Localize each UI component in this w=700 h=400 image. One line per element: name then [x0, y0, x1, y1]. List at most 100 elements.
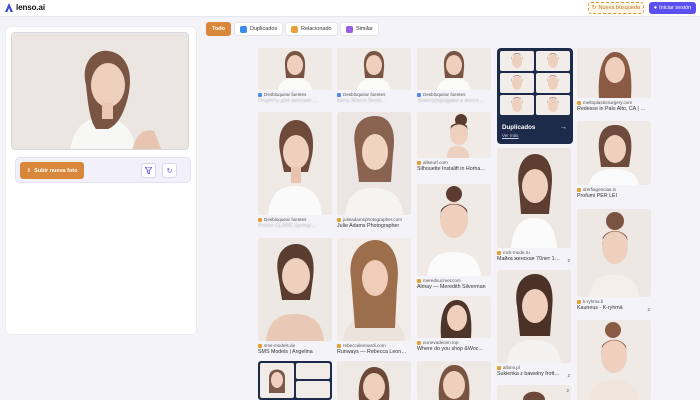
top-bar: lenso.ai ↻ Nueva búsqueda ● Iniciar sesi…: [0, 0, 700, 17]
source-text: julieadamsphotographer.com: [343, 217, 402, 222]
upload-icon: ⇪: [26, 167, 32, 174]
source-text: sms-models.de: [264, 343, 296, 348]
result-source[interactable]: eunevadeonn.top: [417, 339, 491, 346]
result-thumbnail[interactable]: [417, 296, 491, 338]
result-source[interactable]: meredsucreeccom: [417, 277, 491, 284]
duplicates-title: Duplicados: [502, 124, 536, 131]
source-text: meredsucreeccom: [423, 278, 461, 283]
result-card[interactable]: rebeccaleonardi.com Runways — Rebecca Le…: [337, 238, 411, 356]
result-source[interactable]: Desbloquear fuentes: [417, 91, 491, 98]
result-thumbnail[interactable]: [337, 238, 411, 341]
result-card[interactable]: allomi.pl Sukienka z bawełny frotte... 2: [497, 270, 571, 378]
result-thumbnail[interactable]: [417, 361, 491, 400]
result-thumbnail[interactable]: [417, 48, 491, 90]
source-text: rebeccaleonardi.com: [343, 343, 386, 348]
result-card[interactable]: allseurf.com Silhouette Instalift in Hor…: [417, 112, 491, 173]
result-thumbnail[interactable]: [417, 112, 491, 158]
result-thumbnail[interactable]: [258, 48, 332, 90]
filter-button[interactable]: [141, 163, 156, 178]
result-card-duplicates[interactable]: [258, 361, 332, 400]
result-source[interactable]: mck-mode.ru: [497, 249, 571, 256]
upload-new-photo-button[interactable]: ⇪ Subir nueva foto: [20, 162, 84, 179]
result-source[interactable]: rebeccaleonardi.com: [337, 342, 411, 349]
result-card[interactable]: [337, 361, 411, 400]
result-thumbnail[interactable]: [497, 385, 571, 400]
result-thumbnail[interactable]: [258, 238, 332, 341]
result-caption: Бела Женск Sessi...: [337, 98, 386, 104]
result-source[interactable]: Desbloquear fuentes: [337, 91, 411, 98]
result-card[interactable]: k-ryhma.fi Kauneus - K-ryhmä 2: [577, 209, 651, 312]
result-thumbnail[interactable]: [258, 361, 332, 400]
result-caption: Profumi PER LEI: [577, 193, 618, 199]
result-thumbnail[interactable]: [577, 209, 651, 297]
reload-button[interactable]: ↻: [162, 163, 177, 178]
result-thumbnail[interactable]: [337, 48, 411, 90]
result-card[interactable]: [577, 320, 651, 400]
result-card[interactable]: Desbloquear fuentes Promo CLARE Spreqp..…: [258, 112, 332, 230]
see-more-link[interactable]: Ver más: [502, 133, 519, 138]
result-card[interactable]: meltoplasticsurgery.com Redesse in Palo …: [577, 48, 651, 113]
result-card[interactable]: Desbloquear fuentes Рецепты для женских …: [258, 48, 332, 105]
tab-duplicates[interactable]: Duplicados: [234, 22, 284, 36]
tab-related[interactable]: Relacionado: [285, 22, 338, 36]
result-caption: Julie Adams Photographer: [337, 223, 400, 229]
login-button[interactable]: ● Iniciar sesión: [649, 2, 696, 14]
source-text: Desbloquear fuentes: [343, 92, 386, 97]
duplicate-thumbnail: [536, 95, 570, 115]
match-count: 2: [567, 258, 570, 263]
match-count: 2: [647, 307, 650, 312]
source-text: meltoplasticsurgery.com: [583, 100, 633, 105]
unlock-icon: [417, 92, 421, 97]
result-caption: SMS Models | Angelina: [258, 349, 313, 355]
result-thumbnail[interactable]: [577, 121, 651, 185]
unlock-icon: [258, 217, 262, 222]
result-source[interactable]: Desbloquear fuentes: [258, 216, 332, 223]
result-card[interactable]: Desbloquear fuentes Бела Женск Sessi...: [337, 48, 411, 105]
favicon-icon: [417, 160, 421, 165]
result-caption: Runways — Rebecca Leonar...: [337, 349, 409, 355]
result-card[interactable]: eunevadeonn.top Where do you shop &Woc..…: [417, 296, 491, 353]
result-thumbnail[interactable]: [337, 112, 411, 215]
result-source[interactable]: sterfiagencias.is: [577, 186, 651, 193]
result-source[interactable]: Desbloquear fuentes: [258, 91, 332, 98]
new-search-button[interactable]: ↻ Nueva búsqueda: [588, 2, 644, 14]
arrow-right-icon[interactable]: →: [560, 124, 567, 131]
result-card[interactable]: 2: [497, 385, 571, 400]
result-thumbnail[interactable]: [337, 361, 411, 400]
result-card[interactable]: sms-models.de SMS Models | Angelina: [258, 238, 332, 356]
result-card[interactable]: julieadamsphotographer.com Julie Adams P…: [337, 112, 411, 230]
tab-all[interactable]: Todo: [206, 22, 232, 36]
result-thumbnail[interactable]: [417, 184, 491, 276]
result-thumbnail[interactable]: [577, 48, 651, 98]
query-image[interactable]: [11, 32, 189, 150]
login-label: Iniciar sesión: [659, 5, 692, 11]
result-source[interactable]: julieadamsphotographer.com: [337, 216, 411, 223]
tab-similar[interactable]: Similar: [340, 22, 379, 36]
result-thumbnail[interactable]: [577, 320, 651, 400]
source-text: mck-mode.ru: [503, 250, 530, 255]
result-source[interactable]: allseurf.com: [417, 159, 491, 166]
result-source[interactable]: k-ryhma.fi: [577, 298, 651, 305]
result-card[interactable]: mck-mode.ru Майка женская 70лет 12... 2: [497, 148, 571, 263]
duplicates-card[interactable]: Duplicados Ver más →: [497, 48, 573, 144]
result-card[interactable]: Desbloquear fuentes Электропродажи и жен…: [417, 48, 491, 105]
tab-similar-label: Similar: [356, 26, 373, 32]
result-source[interactable]: sms-models.de: [258, 342, 332, 349]
result-thumbnail[interactable]: [258, 112, 332, 215]
tab-duplicates-label: Duplicados: [250, 26, 278, 32]
match-count: 2: [567, 373, 570, 378]
result-source[interactable]: meltoplasticsurgery.com: [577, 99, 651, 106]
result-thumbnail[interactable]: [497, 148, 571, 248]
duplicate-thumbnail: [500, 95, 534, 115]
result-caption: Almay — Meredith Silverman: [417, 284, 486, 290]
result-card[interactable]: meredsucreeccom Almay — Meredith Silverm…: [417, 184, 491, 291]
result-card[interactable]: sterfiagencias.is Profumi PER LEI: [577, 121, 651, 200]
logo[interactable]: lenso.ai: [5, 3, 45, 12]
result-card[interactable]: [417, 361, 491, 400]
result-source[interactable]: allomi.pl: [497, 364, 571, 371]
refresh-icon: ↻: [591, 5, 597, 11]
result-caption: Promo CLARE Spreqp...: [258, 223, 316, 229]
result-caption: Kauneus - K-ryhmä: [577, 305, 623, 311]
result-caption: Redesse in Palo Alto, CA | M...: [577, 106, 649, 112]
result-thumbnail[interactable]: [497, 270, 571, 363]
